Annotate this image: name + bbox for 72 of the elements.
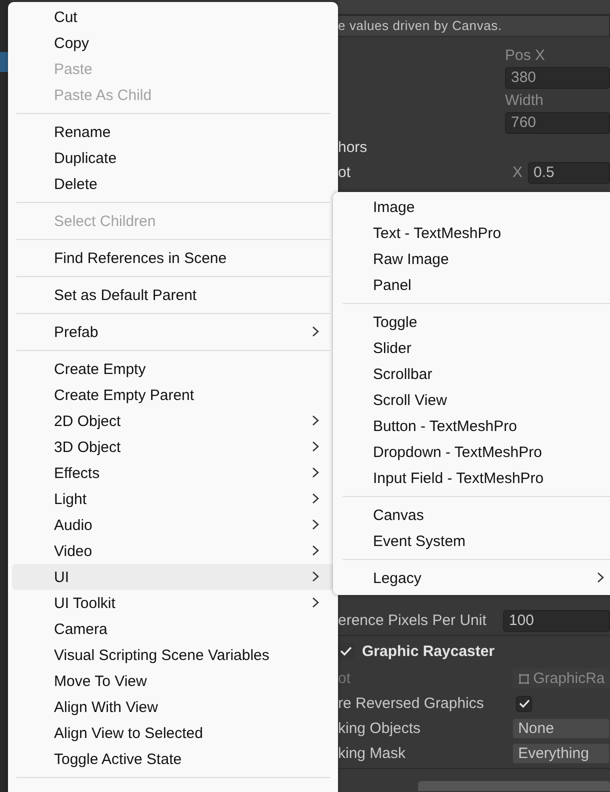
number-field[interactable]: 100 [502,610,610,632]
chevron-right-icon [312,415,319,426]
field-label: king Mask [338,745,407,762]
chevron-right-icon [597,572,604,583]
menu-item[interactable]: Canvas [333,502,610,528]
number-field[interactable]: 760 [505,112,610,134]
menu-item[interactable]: UI [12,564,334,590]
dropdown[interactable]: None [512,718,610,739]
field-label: ot [338,164,351,181]
field-caption: Width [505,92,544,109]
menu-item[interactable]: Raw Image [333,246,610,272]
menu-item[interactable]: Legacy [333,565,610,591]
menu-item[interactable]: Find References in Scene [12,245,334,271]
field-label: ot [338,670,352,687]
chevron-right-icon [312,493,319,504]
menu-item[interactable]: Delete [12,171,334,197]
number-field[interactable]: 0.5 [528,162,610,184]
field-label: king Objects [338,720,422,737]
menu-item[interactable]: Toggle [333,309,610,335]
menu-item[interactable]: Input Field - TextMeshPro [333,465,610,491]
script-icon [518,672,530,684]
field-label: re Reversed Graphics [338,695,485,712]
chevron-right-icon [312,571,319,582]
menu-item[interactable]: Visual Scripting Scene Variables [12,642,334,668]
menu-item[interactable]: Panel [333,272,610,298]
script-name: GraphicRa [533,668,605,688]
field-caption: Pos X [505,47,546,64]
menu-item[interactable]: Audio [12,512,334,538]
menu-item[interactable]: Event System [333,528,610,554]
menu-item[interactable]: Dropdown - TextMeshPro [333,439,610,465]
checkmark-icon [518,699,530,708]
chevron-right-icon [312,519,319,530]
checkbox[interactable] [516,696,532,712]
menu-item[interactable]: Align View to Selected [12,720,334,746]
menu-item[interactable]: Toggle Active State [12,746,334,772]
menu-item[interactable]: Camera [12,616,334,642]
enable-checkbox[interactable] [338,643,354,659]
chevron-right-icon [312,545,319,556]
menu-item[interactable]: Slider [333,335,610,361]
chevron-right-icon [312,467,319,478]
menu-item[interactable]: Light [12,486,334,512]
menu-item[interactable]: Scrollbar [333,361,610,387]
chevron-right-icon [312,326,319,337]
axis-label: X [512,164,523,181]
menu-item[interactable]: Cut [12,4,334,30]
menu-item[interactable]: Copy [12,30,334,56]
number-field[interactable]: 380 [505,67,610,89]
menu-item[interactable]: Video [12,538,334,564]
checkmark-icon [340,646,352,656]
menu-item[interactable]: Duplicate [12,145,334,171]
menu-item[interactable]: Rename [12,119,334,145]
chevron-right-icon [312,441,319,452]
menu-item[interactable]: Create Empty Parent [12,382,334,408]
menu-item[interactable]: UI Toolkit [12,590,334,616]
section-label: hors [338,139,368,156]
dropdown[interactable]: Everything [512,743,610,764]
menu-item[interactable]: 2D Object [12,408,334,434]
menu-item[interactable]: Create Empty [12,356,334,382]
chevron-right-icon [312,597,319,608]
menu-item[interactable]: Move To View [12,668,334,694]
menu-item[interactable]: Text - TextMeshPro [333,220,610,246]
field-label: erence Pixels Per Unit [338,612,488,629]
info-text: e values driven by Canvas. [338,15,610,37]
menu-item[interactable]: Set as Default Parent [12,282,334,308]
menu-item[interactable]: 3D Object [12,434,334,460]
menu-item[interactable]: Align With View [12,694,334,720]
menu-item[interactable]: Prefab [12,319,334,345]
component-title: Graphic Raycaster [362,642,495,660]
menu-item[interactable]: Button - TextMeshPro [333,413,610,439]
menu-item[interactable]: Image [333,194,610,220]
menu-item[interactable]: Scroll View [333,387,610,413]
menu-item[interactable]: Effects [12,460,334,486]
